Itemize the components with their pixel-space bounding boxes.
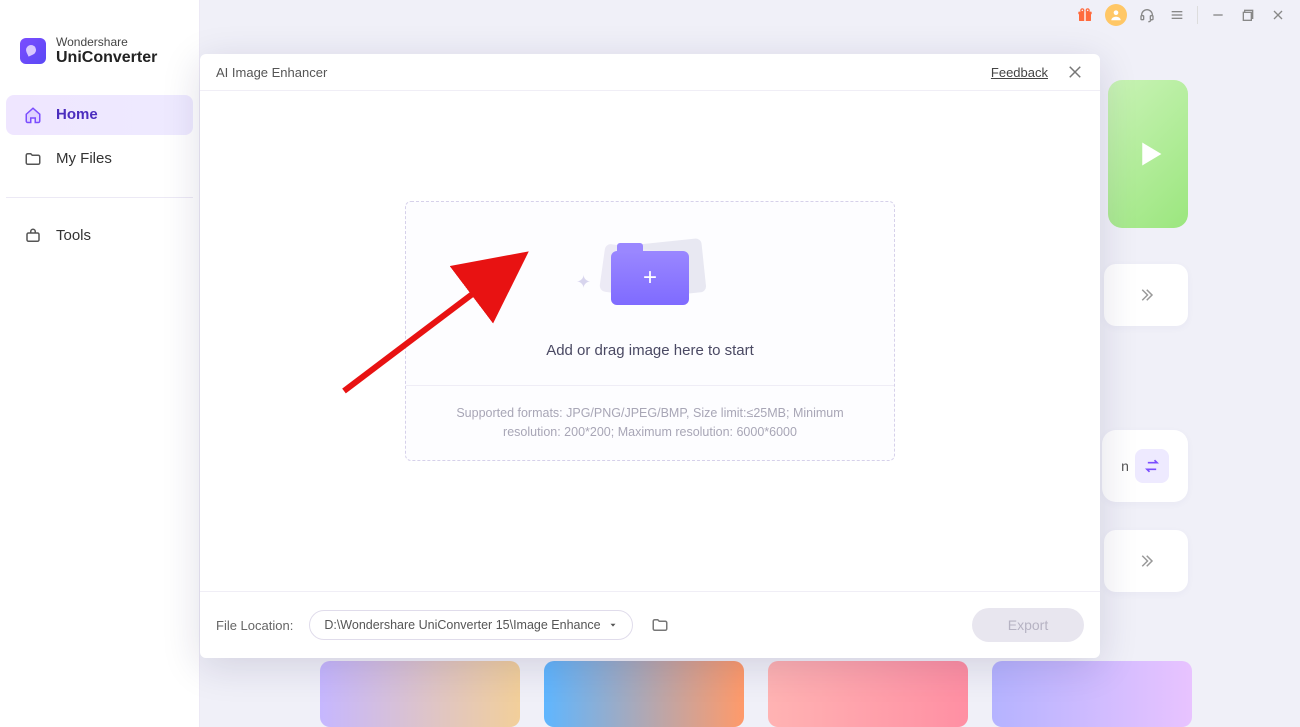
file-location-label: File Location:: [216, 618, 293, 633]
logo-mark-icon: [20, 38, 46, 64]
image-dropzone[interactable]: ✦ + Add or drag image here to start Supp…: [405, 201, 895, 461]
folder-icon: [24, 150, 42, 168]
modal-close-button[interactable]: [1066, 63, 1084, 81]
window-titlebar: [1063, 0, 1300, 30]
thumbnail[interactable]: [992, 661, 1192, 727]
bg-switch-card[interactable]: n: [1102, 430, 1188, 502]
sidebar-item-label: Tools: [56, 227, 91, 244]
feedback-link[interactable]: Feedback: [991, 65, 1048, 80]
thumbnail[interactable]: [768, 661, 968, 727]
thumbnail[interactable]: [320, 661, 520, 727]
home-icon: [24, 106, 42, 124]
modal-title: AI Image Enhancer: [216, 65, 327, 80]
sidebar-item-tools[interactable]: Tools: [6, 216, 193, 256]
sidebar-item-myfiles[interactable]: My Files: [6, 139, 193, 179]
support-headset-icon[interactable]: [1137, 5, 1157, 25]
modal-footer: File Location: D:\Wondershare UniConvert…: [200, 592, 1100, 658]
hamburger-menu-icon[interactable]: [1167, 5, 1187, 25]
dropzone-support-text: Supported formats: JPG/PNG/JPEG/BMP, Siz…: [406, 385, 894, 460]
brand-small: Wondershare: [56, 36, 157, 49]
modal-header: AI Image Enhancer Feedback: [200, 54, 1100, 90]
brand-big: UniConverter: [56, 49, 157, 67]
export-button[interactable]: Export: [972, 608, 1084, 642]
sidebar-item-label: My Files: [56, 150, 112, 167]
sidebar-item-home[interactable]: Home: [6, 95, 193, 135]
open-folder-button[interactable]: [649, 614, 671, 636]
bg-chevron-card[interactable]: [1104, 530, 1188, 592]
file-location-select[interactable]: D:\Wondershare UniConverter 15\Image Enh…: [309, 610, 633, 640]
ai-image-enhancer-modal: AI Image Enhancer Feedback ✦ + Add or dr…: [200, 54, 1100, 658]
chevron-down-icon: [608, 620, 618, 630]
swap-icon: [1135, 449, 1169, 483]
toolbox-icon: [24, 227, 42, 245]
user-avatar-icon[interactable]: [1105, 4, 1127, 26]
app-logo: Wondershare UniConverter: [0, 36, 199, 95]
window-close-button[interactable]: [1268, 5, 1288, 25]
sidebar: Wondershare UniConverter Home My Files T…: [0, 0, 200, 727]
thumbnail[interactable]: [544, 661, 744, 727]
file-location-path: D:\Wondershare UniConverter 15\Image Enh…: [324, 618, 600, 632]
add-folder-illustration-icon: ✦ +: [580, 238, 720, 318]
minimize-button[interactable]: [1208, 5, 1228, 25]
bg-tile-green: [1108, 80, 1188, 228]
bg-chevron-card[interactable]: [1104, 264, 1188, 326]
gift-icon[interactable]: [1075, 5, 1095, 25]
maximize-button[interactable]: [1238, 5, 1258, 25]
template-thumbnails: [320, 661, 1192, 727]
sidebar-item-label: Home: [56, 106, 98, 123]
dropzone-main-text: Add or drag image here to start: [546, 342, 754, 359]
